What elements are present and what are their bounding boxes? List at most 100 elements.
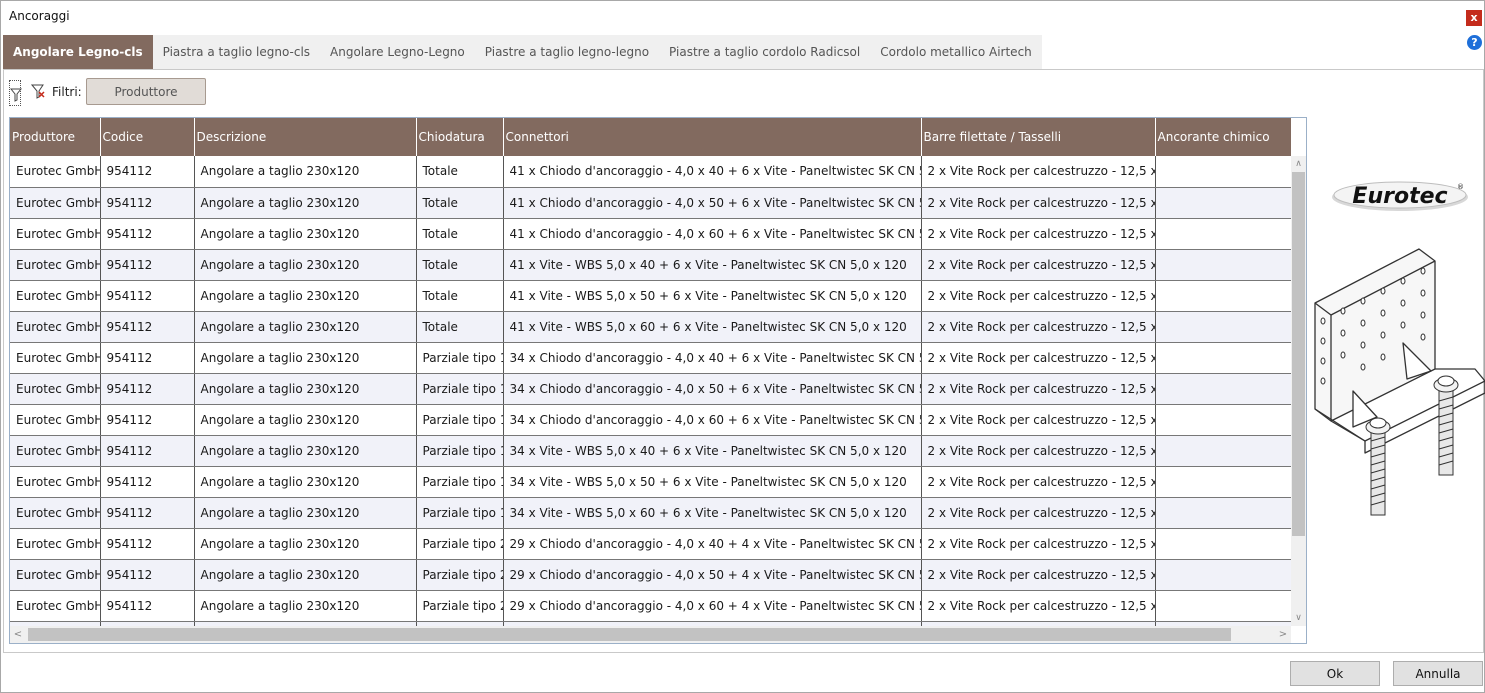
column-header[interactable]: Ancorante chimico	[1155, 118, 1291, 156]
ok-button[interactable]: Ok	[1290, 661, 1380, 686]
table-cell: Eurotec GmbH	[10, 528, 101, 560]
table-cell: 954112	[100, 435, 195, 467]
table-cell: 954112	[100, 404, 195, 436]
table-cell: Angolare a taglio 230x120	[194, 497, 417, 529]
table-cell: Eurotec GmbH	[10, 466, 101, 498]
table-cell: 2 x Vite Rock per calcestruzzo - 12,5 x …	[921, 590, 1156, 622]
logo-text: Eurotec	[1352, 184, 1447, 209]
anchors-table: Produttore Codice Descrizione Chiodatura Con…	[10, 118, 1291, 626]
filter-dotted-icon[interactable]	[9, 80, 23, 106]
tab-piastre-taglio-legno-legno[interactable]: Piastre a taglio legno-legno	[475, 35, 659, 69]
tab-angolare-legno-legno[interactable]: Angolare Legno-Legno	[320, 35, 475, 69]
table-cell	[1155, 249, 1291, 281]
column-header[interactable]: Descrizione	[194, 118, 417, 156]
table-row[interactable]: Eurotec GmbH 954112 Angolare a taglio 230x…	[10, 218, 1291, 250]
table-cell: 954112	[100, 497, 195, 529]
vertical-scroll-thumb[interactable]	[1292, 172, 1305, 536]
table-cell: Eurotec GmbH	[10, 342, 101, 374]
table-cell: 34 x Vite - WBS 5,0 x 40 + 6 x Vite - Pa…	[503, 435, 922, 467]
window-title: Ancoraggi	[9, 9, 70, 23]
table-cell: 34 x Vite - WBS 5,0 x 50 + 6 x Vite - Pa…	[503, 466, 922, 498]
table-cell: Angolare a taglio 230x120	[194, 404, 417, 436]
table-cell: 2 x Vite Rock per calcestruzzo - 12,5 x …	[921, 559, 1156, 591]
table-cell	[1155, 187, 1291, 219]
table-row[interactable]: Eurotec GmbH 954112 Angolare a taglio 230x…	[10, 435, 1291, 467]
data-grid: Produttore Codice Descrizione Chiodatura Con…	[9, 117, 1307, 644]
table-cell: 34 x Chiodo d'ancoraggio - 4,0 x 60 + 6 …	[503, 404, 922, 436]
table-cell: Angolare a taglio 230x120	[194, 187, 417, 219]
table-cell: Parziale tipo 1	[416, 373, 504, 405]
table-cell: 41 x Vite - WBS 5,0 x 60 + 6 x Vite - Pa…	[503, 311, 922, 343]
table-cell: Angolare a taglio 230x120	[194, 156, 417, 188]
table-cell: Angolare a taglio 230x120	[194, 435, 417, 467]
column-header[interactable]: Connettori	[503, 118, 922, 156]
table-row[interactable]: Eurotec GmbH 954112 Angolare a taglio 230x…	[10, 373, 1291, 405]
table-cell: 34 x Vite - WBS 5,0 x 60 + 6 x Vite - Pa…	[503, 497, 922, 529]
table-row[interactable]: Eurotec GmbH 954112 Angolare a taglio 230x…	[10, 404, 1291, 436]
table-cell: 2 x Vite Rock per calcestruzzo - 12,5 x …	[921, 435, 1156, 467]
table-row[interactable]: Eurotec GmbH 954112 Angolare a taglio 230x…	[10, 311, 1291, 343]
table-row[interactable]: Eurotec GmbH 954112 Angolare a taglio 230x…	[10, 497, 1291, 529]
dialog-window: Ancoraggi x ? Angolare Legno-cls Piastra…	[0, 0, 1485, 693]
scroll-up-icon[interactable]: ∧	[1291, 156, 1306, 172]
table-cell: Eurotec GmbH	[10, 559, 101, 591]
table-cell	[1155, 528, 1291, 560]
help-button[interactable]: ?	[1467, 35, 1482, 50]
table-row[interactable]: Eurotec GmbH 954112 Angolare a taglio 230x…	[10, 187, 1291, 219]
tab-cordolo-airtech[interactable]: Cordolo metallico Airtech	[870, 35, 1042, 69]
tab-piastre-cordolo-radicsol[interactable]: Piastre a taglio cordolo Radicsol	[659, 35, 870, 69]
table-cell: Parziale tipo 2	[416, 590, 504, 622]
table-row[interactable]: Eurotec GmbH 954112 Angolare a taglio 230x…	[10, 466, 1291, 498]
table-cell	[1155, 466, 1291, 498]
table-cell: 954112	[100, 528, 195, 560]
table-cell: 41 x Vite - WBS 5,0 x 50 + 6 x Vite - Pa…	[503, 280, 922, 312]
column-header[interactable]: Chiodatura	[416, 118, 504, 156]
producer-filter-button[interactable]: Produttore	[86, 78, 206, 105]
tab-angolare-legno-cls[interactable]: Angolare Legno-cls	[3, 35, 153, 69]
table-cell: Parziale tipo 1	[416, 404, 504, 436]
column-header[interactable]: Codice	[100, 118, 195, 156]
title-bar: Ancoraggi x	[1, 1, 1485, 33]
cancel-button[interactable]: Annulla	[1393, 661, 1483, 686]
scroll-right-icon[interactable]: >	[1275, 626, 1291, 643]
tab-piastra-taglio-legno-cls[interactable]: Piastra a taglio legno-cls	[153, 35, 320, 69]
table-row[interactable]: Eurotec GmbH 954112 Angolare a taglio 230x…	[10, 156, 1291, 188]
table-row[interactable]: Eurotec GmbH 954112 Angolare a taglio 230x…	[10, 528, 1291, 560]
table-row[interactable]: Eurotec GmbH 954112 Angolare a taglio 230x…	[10, 342, 1291, 374]
product-image	[1307, 241, 1485, 517]
table-header-row: Produttore Codice Descrizione Chiodatura Con…	[10, 118, 1291, 156]
table-cell	[1155, 435, 1291, 467]
table-cell: 29 x Chiodo d'ancoraggio - 4,0 x 40 + 4 …	[503, 528, 922, 560]
scroll-left-icon[interactable]: <	[10, 626, 26, 643]
filter-bar: Filtri: Produttore	[9, 78, 229, 106]
table-cell: 2 x Vite Rock per calcestruzzo - 12,5 x …	[921, 218, 1156, 250]
table-cell	[1155, 404, 1291, 436]
table-cell: Eurotec GmbH	[10, 280, 101, 312]
vertical-scrollbar[interactable]: ∧ ∨	[1291, 156, 1306, 626]
column-header[interactable]: Produttore	[10, 118, 101, 156]
table-cell: Parziale tipo 1	[416, 342, 504, 374]
table-cell: Eurotec GmbH	[10, 497, 101, 529]
table-row[interactable]: Eurotec GmbH 954112 Angolare a taglio 230x…	[10, 559, 1291, 591]
scroll-down-icon[interactable]: ∨	[1291, 610, 1306, 626]
table-cell: 34 x Chiodo d'ancoraggio - 4,0 x 50 + 6 …	[503, 373, 922, 405]
logo-trademark: ®	[1457, 183, 1464, 191]
table-cell: 954112	[100, 590, 195, 622]
table-row[interactable]: Eurotec GmbH 954112 Angolare a taglio 230x…	[10, 249, 1291, 281]
table-row[interactable]: Eurotec GmbH 954112 Angolare a taglio 230x…	[10, 280, 1291, 312]
table-cell: Totale	[416, 187, 504, 219]
table-cell: Totale	[416, 280, 504, 312]
table-cell: Parziale tipo 2	[416, 528, 504, 560]
tab-strip: Angolare Legno-cls Piastra a taglio legn…	[3, 35, 1042, 69]
table-cell	[1155, 590, 1291, 622]
table-row[interactable]: Eurotec GmbH 954112 Angolare a taglio 230x…	[10, 590, 1291, 622]
horizontal-scrollbar[interactable]: < >	[10, 626, 1291, 643]
table-cell: Eurotec GmbH	[10, 435, 101, 467]
filter-clear-icon[interactable]	[30, 83, 45, 99]
table-cell: Totale	[416, 218, 504, 250]
column-header[interactable]: Barre filettate / Tasselli	[921, 118, 1156, 156]
horizontal-scroll-thumb[interactable]	[28, 628, 1231, 641]
table-cell: Parziale tipo 1	[416, 435, 504, 467]
table-cell: 41 x Chiodo d'ancoraggio - 4,0 x 60 + 6 …	[503, 218, 922, 250]
close-button[interactable]: x	[1466, 10, 1482, 26]
